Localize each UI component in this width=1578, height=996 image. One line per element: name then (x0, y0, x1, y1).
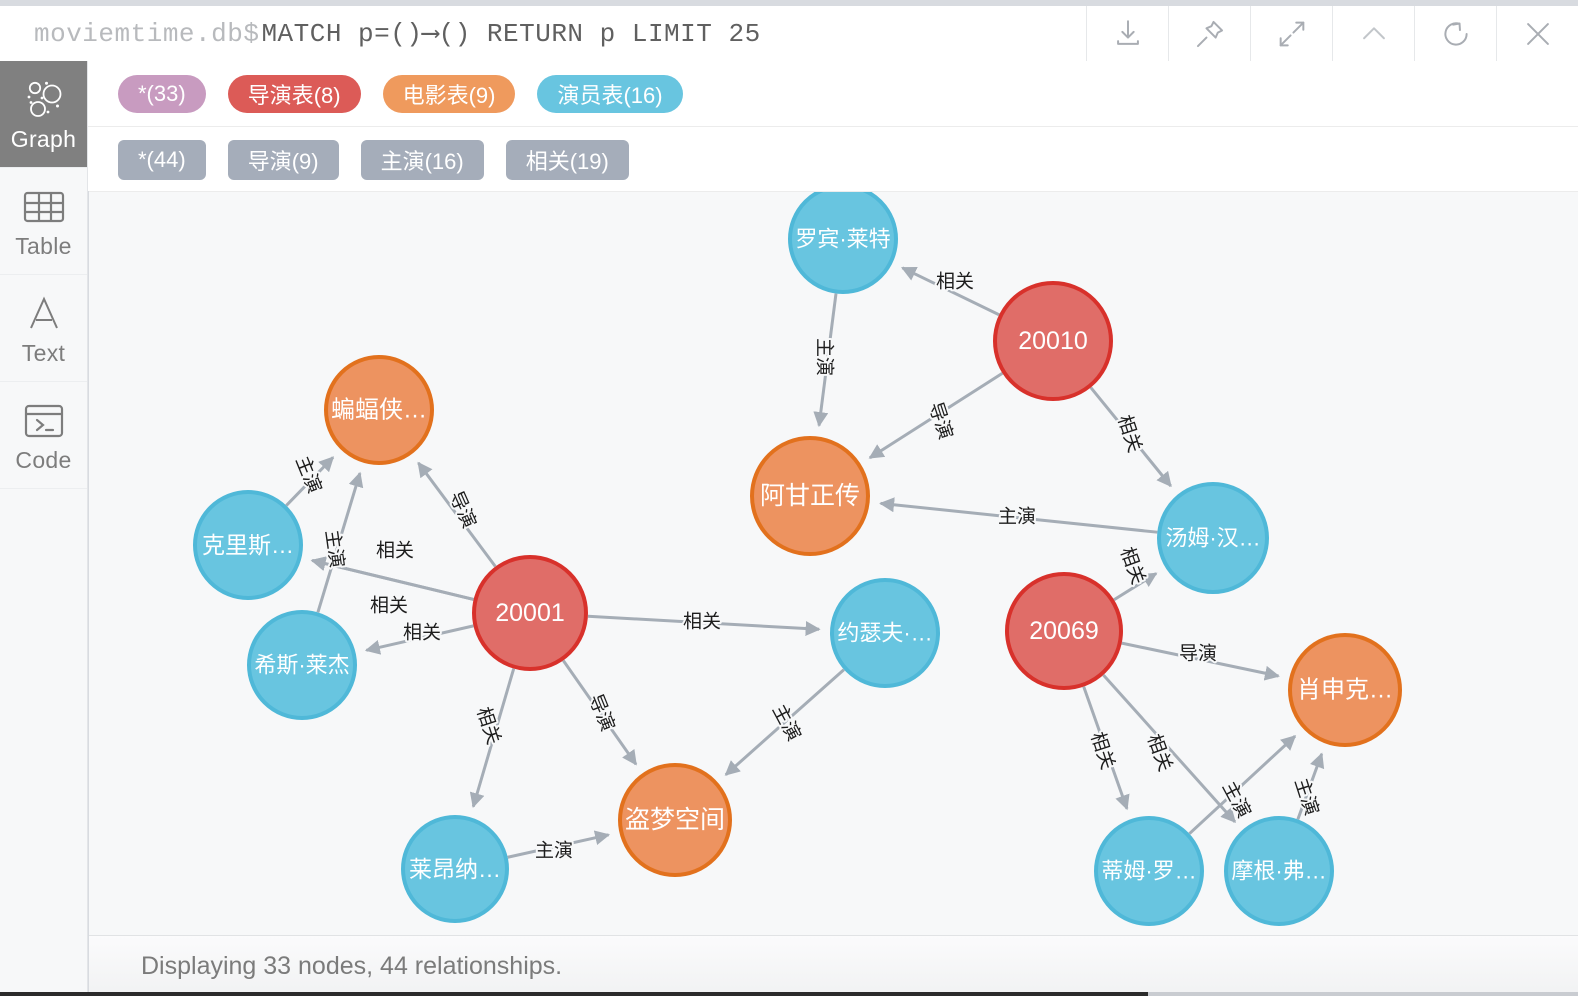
graph-edge[interactable] (724, 668, 845, 776)
rel-type-chip[interactable]: *(44) (118, 139, 206, 180)
graph-icon (22, 76, 66, 124)
edge-label: 相关 (376, 540, 414, 562)
text-icon (23, 290, 65, 338)
query-statement: MATCH p=()⟶() RETURN p LIMIT 25 (261, 19, 761, 49)
sidebar-item-text[interactable]: Text (0, 275, 87, 382)
node-circle[interactable] (1288, 633, 1402, 747)
node-label-chips: *(33) 导演表(8) 电影表(9) 演员表(16) (88, 61, 1578, 127)
node-circle[interactable] (618, 763, 732, 877)
sidebar-item-code[interactable]: Code (0, 382, 87, 489)
graph-node[interactable]: 希斯·莱杰 (247, 610, 357, 720)
graph-node[interactable]: 20001 (472, 555, 588, 671)
graph-edge[interactable] (469, 668, 516, 809)
graph-node[interactable]: 汤姆·汉… (1157, 482, 1269, 594)
graph-edge[interactable] (310, 556, 474, 601)
download-icon[interactable] (1086, 6, 1168, 61)
window-bottom-strip-right (1148, 992, 1578, 996)
node-circle[interactable] (1005, 572, 1123, 690)
graph-node[interactable]: 克里斯… (193, 490, 303, 600)
query-text[interactable]: moviemtime.db$ MATCH p=()⟶() RETURN p LI… (0, 6, 1086, 61)
graph-edge[interactable] (1089, 386, 1172, 488)
node-label-chip[interactable]: 演员表(16) (537, 74, 683, 113)
view-sidebar: Graph Table Text Code (0, 61, 88, 996)
graph-edge[interactable] (562, 659, 638, 766)
table-icon (23, 183, 65, 231)
graph-node[interactable]: 罗宾·莱特 (788, 192, 898, 294)
node-circle[interactable] (1157, 482, 1269, 594)
edge-label: 相关 (370, 595, 408, 617)
query-prompt: moviemtime.db$ (34, 18, 260, 49)
sidebar-item-label: Graph (10, 125, 77, 152)
graph-node[interactable]: 蒂姆·罗… (1094, 816, 1204, 926)
node-circle[interactable] (788, 192, 898, 294)
graph-node[interactable]: 约瑟夫·… (830, 578, 940, 688)
node-circle[interactable] (472, 555, 588, 671)
graph-edge[interactable] (1082, 686, 1130, 811)
edge-label: 主演 (814, 338, 836, 376)
node-circle[interactable] (324, 355, 434, 465)
node-label-chip[interactable]: *(33) (118, 74, 206, 113)
edge-label: 主演 (291, 453, 326, 496)
node-circle[interactable] (1094, 816, 1204, 926)
node-label-chip[interactable]: 电影表(9) (382, 74, 516, 113)
refresh-icon[interactable] (1414, 6, 1496, 61)
sidebar-item-label: Text (21, 339, 66, 366)
sidebar-item-label: Code (15, 446, 72, 473)
node-circle[interactable] (830, 578, 940, 688)
legend-chips: *(33) 导演表(8) 电影表(9) 演员表(16) *(44) 导演(9) … (88, 61, 1578, 191)
graph-edge[interactable] (1113, 572, 1158, 602)
graph-node[interactable]: 莱昂纳… (401, 815, 509, 923)
expand-icon[interactable] (1250, 6, 1332, 61)
graph-canvas[interactable]: 相关 主演 导演 相关 主演 主演 主演 导演 相关 相关 相关 相关 导演 相关 主演 主演 相关 导演 相关 相关… (89, 191, 1578, 935)
graph-edge[interactable] (813, 293, 838, 428)
status-bar: Displaying 33 nodes, 44 relationships. (89, 935, 1578, 996)
graph-node[interactable]: 摩根·弗… (1224, 816, 1334, 926)
graph-edge[interactable] (316, 471, 364, 613)
graph-node[interactable]: 阿甘正传 (750, 436, 870, 556)
pin-icon[interactable] (1168, 6, 1250, 61)
edge-label: 相关 (936, 271, 974, 293)
graph-node[interactable]: 20010 (993, 281, 1113, 401)
graph-edge[interactable] (507, 830, 611, 859)
node-circle[interactable] (193, 490, 303, 600)
sidebar-item-graph[interactable]: Graph (0, 61, 87, 168)
query-bar: moviemtime.db$ MATCH p=()⟶() RETURN p LI… (0, 6, 1578, 62)
graph-edge[interactable] (1296, 752, 1325, 820)
node-circle[interactable] (750, 436, 870, 556)
graph-edge[interactable] (587, 614, 821, 637)
close-icon[interactable] (1496, 6, 1578, 61)
graph-node[interactable]: 蝙蝠侠… (324, 355, 434, 465)
edge-label: 导演 (445, 488, 481, 532)
sidebar-item-label: Table (15, 232, 72, 259)
sidebar-item-table[interactable]: Table (0, 168, 87, 275)
node-circle[interactable] (993, 281, 1113, 401)
graph-node[interactable]: 20069 (1005, 572, 1123, 690)
rel-type-chip[interactable]: 导演(9) (227, 139, 339, 180)
graph-edge[interactable] (879, 497, 1158, 534)
graph-edge[interactable] (285, 456, 335, 507)
graph-edge[interactable] (417, 461, 497, 568)
edge-label: 主演 (1218, 778, 1255, 822)
graph-svg[interactable]: 相关主演导演 相关主演主演主演导演相关相关相关相关导演相关主演主演相关导演相关 相关… (89, 192, 1578, 935)
graph-edge[interactable] (1121, 641, 1280, 681)
nodes-layer[interactable]: 罗宾·莱特 20010 阿甘正传 汤姆·汉… 蝙蝠侠…克里斯…希斯·莱杰 20001 约瑟夫… (193, 192, 1402, 926)
node-label-chip[interactable]: 导演表(8) (227, 74, 361, 113)
graph-node[interactable]: 盗梦空间 (618, 763, 732, 877)
code-icon (23, 397, 65, 445)
frame-toolbar (1086, 6, 1578, 61)
window-bottom-strip (0, 992, 1578, 996)
chevron-up-icon[interactable] (1332, 6, 1414, 61)
status-text: Displaying 33 nodes, 44 relationships. (141, 951, 563, 980)
node-circle[interactable] (1224, 816, 1334, 926)
relationship-type-chips: *(44) 导演(9) 主演(16) 相关(19) (88, 127, 1578, 192)
graph-edge[interactable] (901, 266, 1000, 317)
node-circle[interactable] (247, 610, 357, 720)
node-circle[interactable] (401, 815, 509, 923)
rel-type-chip[interactable]: 主演(16) (360, 139, 484, 180)
neo4j-browser-result-frame: moviemtime.db$ MATCH p=()⟶() RETURN p LI… (0, 0, 1578, 996)
graph-node[interactable]: 肖申克… (1288, 633, 1402, 747)
rel-type-chip[interactable]: 相关(19) (505, 139, 629, 180)
graph-edge[interactable] (364, 624, 474, 655)
graph-edge[interactable] (868, 372, 1004, 460)
